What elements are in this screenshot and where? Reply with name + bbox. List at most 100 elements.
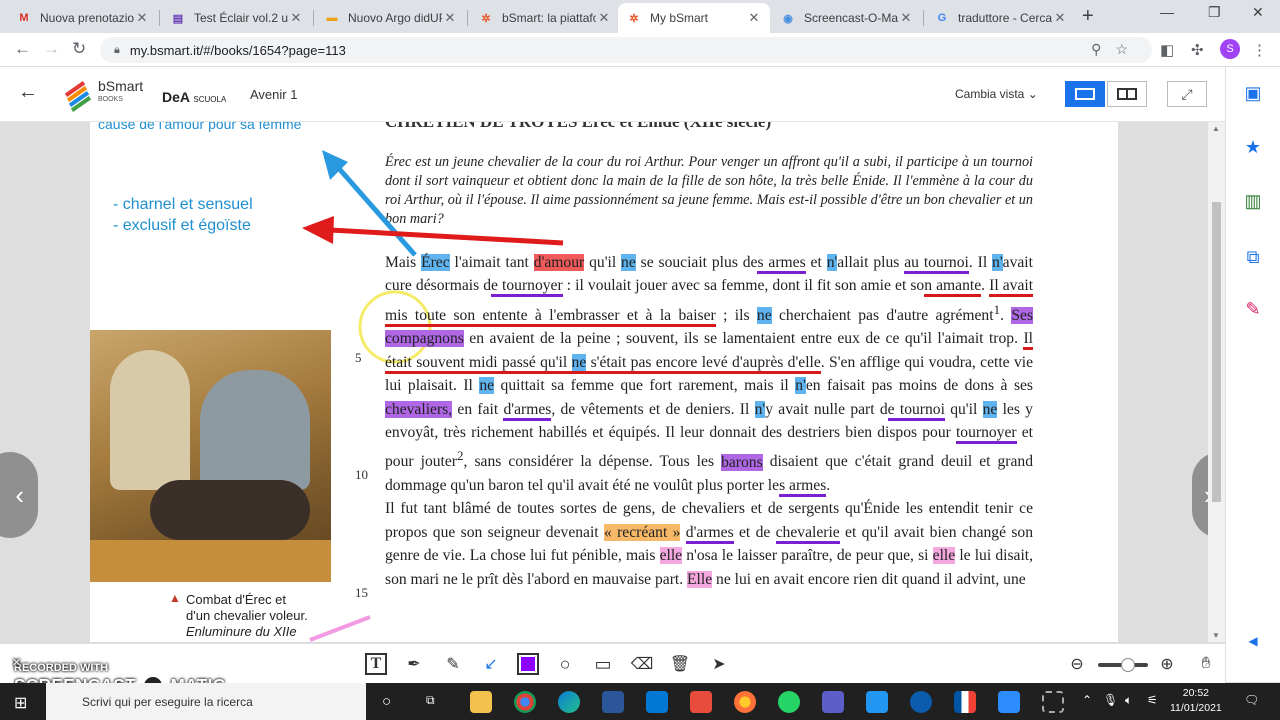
zoom-out-icon[interactable]: ⊖ [1066, 653, 1088, 675]
pointer-tool-icon[interactable]: ➤ [708, 653, 730, 675]
minimize-icon[interactable]: — [1160, 4, 1174, 20]
scrollbar-thumb[interactable] [1212, 202, 1221, 502]
briefcase-icon[interactable]: ▣ [1241, 81, 1265, 105]
color-picker-button[interactable] [517, 653, 539, 675]
paragraph: Mais Érec l'aimait tant d'amour qu'il ne… [385, 251, 1034, 498]
trash-icon[interactable]: 🗑︎ [669, 653, 691, 675]
tab-gmail[interactable]: M Nuova prenotazio ✕ [8, 3, 158, 33]
text-run: , de vêtements et de deniers. Il [551, 400, 755, 418]
url-field[interactable]: 🔒︎ my.bsmart.it/#/books/1654?page=113 ⚲☆ [100, 37, 1152, 63]
fullscreen-button[interactable]: ⤢ [1167, 81, 1207, 107]
close-icon[interactable]: ✕ [12, 656, 21, 669]
star-icon[interactable]: ★ [1241, 135, 1265, 159]
zoom-app-icon[interactable] [998, 691, 1020, 713]
chevron-left-icon: ‹ [15, 479, 24, 510]
line-number: 5 [355, 350, 362, 365]
new-tab-icon[interactable]: + [1082, 5, 1094, 28]
omnibox-actions: ⚲☆ [1091, 41, 1142, 58]
tab-google[interactable]: G traduttore - Cerca ✕ [926, 3, 1076, 33]
zoom-in-icon[interactable]: ⊕ [1156, 653, 1178, 675]
edit-icon[interactable]: ✎ [1241, 297, 1265, 321]
tab-my-bsmart[interactable]: ✲ My bSmart ✕ [618, 3, 770, 33]
eraser-tool-icon[interactable]: ⌫ [631, 653, 654, 675]
microphone-icon[interactable]: 🎙︎ [1103, 693, 1118, 707]
close-icon[interactable]: ✕ [288, 10, 304, 26]
star-icon[interactable]: ☆ [1115, 41, 1142, 57]
close-window-icon[interactable]: ✕ [1252, 4, 1264, 21]
underline-purple: s armes [779, 477, 827, 498]
tab-forms[interactable]: ▤ Test Éclair vol.2 un ✕ [162, 3, 312, 33]
single-page-view-button[interactable] [1065, 81, 1105, 107]
windows-start-icon[interactable]: ⊞ [14, 693, 27, 713]
pen-tool-icon[interactable]: ✒ [403, 653, 425, 675]
sitemap-icon[interactable]: ⧉ [1241, 245, 1265, 269]
chrome-icon[interactable] [514, 691, 536, 713]
back-icon[interactable]: ← [14, 39, 31, 59]
rectangle-tool-icon[interactable]: ▭ [592, 653, 614, 675]
chevron-up-icon[interactable]: ⌃ [1082, 693, 1092, 707]
close-icon[interactable]: ✕ [442, 10, 458, 26]
hand-tool-icon[interactable]: ✋︎ [1195, 653, 1217, 675]
caption-line-italic: Enluminure du XIIe [186, 624, 297, 639]
change-view-dropdown[interactable]: Cambia vista ⌄ [955, 87, 1038, 101]
app-icon[interactable] [866, 691, 888, 713]
forward-icon[interactable]: → [43, 39, 60, 59]
prev-page-button[interactable]: ‹ [0, 452, 38, 538]
clock[interactable]: 20:52 11/01/2021 [1170, 686, 1222, 716]
reload-icon[interactable]: ↻ [72, 39, 86, 59]
file-explorer-icon[interactable] [470, 691, 492, 713]
whatsapp-icon[interactable] [778, 691, 800, 713]
handwritten-note: - charnel et sensuel - exclusif et égoïs… [113, 194, 253, 236]
notification-icon[interactable]: 🗨︎ [1244, 693, 1259, 707]
scroll-up-icon[interactable]: ▲ [1212, 124, 1220, 133]
volume-icon[interactable]: 🔈︎ [1125, 693, 1132, 708]
bsmart-logo[interactable]: bSmart BOOKS [62, 78, 144, 112]
double-page-view-button[interactable] [1107, 81, 1147, 107]
tab-screencast[interactable]: ◉ Screencast-O-Mat ✕ [772, 3, 922, 33]
logo-text: bSmart [98, 78, 144, 94]
cortana-icon[interactable]: ○ [382, 693, 391, 710]
taskbar-search[interactable]: Scrivi qui per eseguire la ricerca [46, 683, 366, 720]
maximize-icon[interactable]: ❐ [1208, 4, 1221, 21]
scroll-down-icon[interactable]: ▼ [1212, 631, 1220, 640]
french-flag-icon[interactable] [954, 691, 976, 713]
mail-icon[interactable] [646, 691, 668, 713]
wifi-icon[interactable]: ⚟ [1147, 693, 1158, 707]
close-icon[interactable]: ✕ [898, 10, 914, 26]
illumination-image [90, 330, 331, 582]
circle-tool-icon[interactable]: ○ [554, 653, 576, 675]
text-tool-icon[interactable]: T [365, 653, 387, 675]
tab-bsmart-platform[interactable]: ✲ bSmart: la piattafo ✕ [470, 3, 620, 33]
highlighter-tool-icon[interactable]: ✎ [442, 653, 464, 675]
tab-title: bSmart: la piattafo [502, 11, 596, 25]
close-icon[interactable]: ✕ [134, 10, 150, 26]
line-tool-icon[interactable]: ↙ [480, 653, 502, 675]
text-run: allait plus [837, 254, 905, 271]
zoom-slider-thumb[interactable] [1121, 658, 1135, 672]
scrollbar[interactable]: ▲ ▼ [1208, 122, 1225, 642]
collapse-icon[interactable]: ◀ [1241, 629, 1265, 653]
firefox-icon[interactable] [734, 691, 756, 713]
word-icon[interactable] [602, 691, 624, 713]
text-run: : il voulait jouer avec sa femme, dont i… [562, 277, 925, 295]
edge-icon[interactable] [558, 691, 580, 713]
close-icon[interactable]: ✕ [596, 10, 612, 26]
zoom-icon[interactable]: ⚲ [1091, 41, 1115, 57]
puzzle-icon[interactable]: ✣ [1191, 41, 1204, 59]
avatar[interactable]: S [1220, 39, 1240, 59]
teamviewer-icon[interactable] [910, 691, 932, 713]
google-icon: G [937, 12, 947, 24]
app-icon[interactable] [690, 691, 712, 713]
menu-icon[interactable]: ⋮ [1252, 41, 1267, 59]
task-view-icon[interactable]: ⧉ [426, 693, 435, 708]
back-arrow-icon[interactable]: ← [18, 81, 38, 104]
double-page-icon [1117, 88, 1137, 100]
close-icon[interactable]: ✕ [746, 10, 762, 26]
screenshot-icon[interactable] [1042, 691, 1064, 713]
tab-argo[interactable]: ▬ Nuovo Argo didUP ✕ [316, 3, 466, 33]
teams-icon[interactable] [822, 691, 844, 713]
url-text: my.bsmart.it/#/books/1654?page=113 [129, 42, 346, 58]
extension-icon[interactable]: ◧ [1160, 41, 1174, 59]
book-icon[interactable]: ▥ [1241, 189, 1265, 213]
close-icon[interactable]: ✕ [1052, 10, 1068, 26]
